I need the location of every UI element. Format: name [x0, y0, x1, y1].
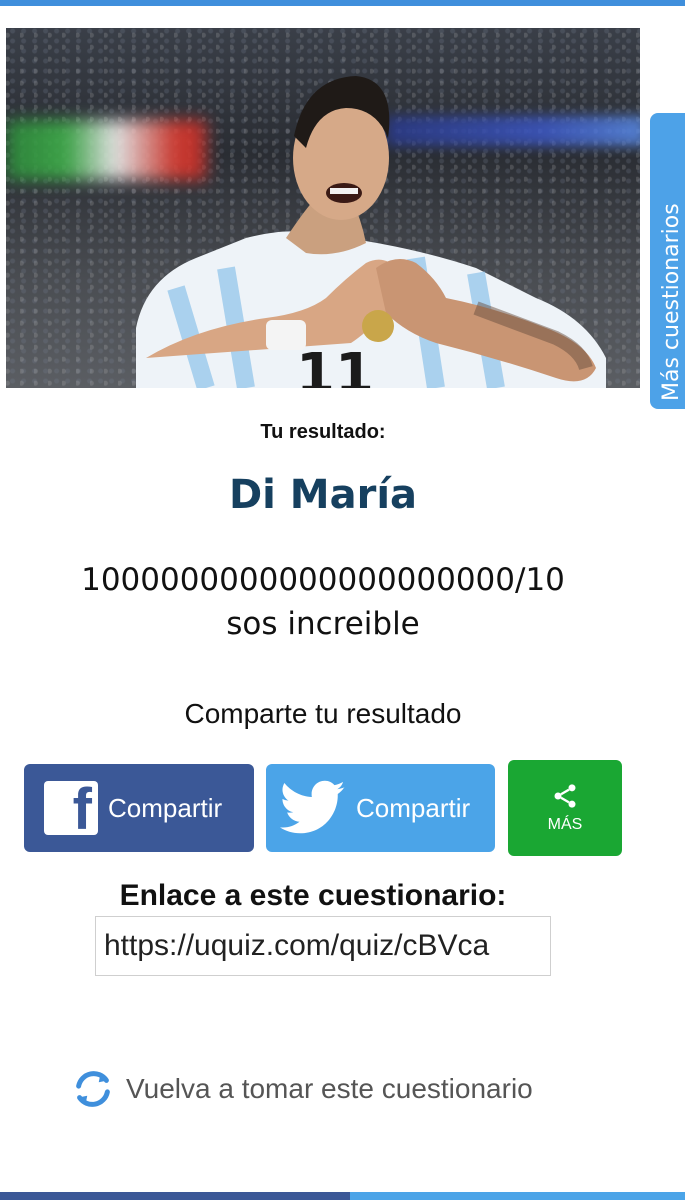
result-description: 1000000000000000000000/10 sos increible	[0, 558, 646, 646]
facebook-icon: f	[44, 781, 98, 835]
facebook-share-label: Compartir	[108, 792, 223, 823]
result-label: Tu resultado:	[260, 421, 386, 443]
top-accent-bar	[0, 0, 685, 6]
result-description-line: sos increible	[226, 606, 420, 642]
more-share-button[interactable]: MÁS	[508, 760, 622, 856]
twitter-icon	[280, 780, 345, 834]
result-title: Di María	[228, 472, 418, 518]
more-share-label: MÁS	[547, 816, 583, 833]
share-title: Comparte tu resultado	[184, 698, 462, 729]
refresh-icon	[76, 1071, 110, 1107]
svg-text:11: 11	[296, 342, 374, 388]
retake-quiz-link[interactable]: Vuelva a tomar este cuestionario	[70, 1066, 533, 1112]
quiz-link-field[interactable]	[95, 916, 551, 976]
result-image: 11	[6, 28, 640, 388]
share-icon	[554, 784, 576, 808]
facebook-share-button[interactable]: f Compartir	[24, 764, 254, 852]
twitter-share-label: Compartir	[356, 792, 471, 823]
bottom-share-bar-facebook	[0, 1192, 350, 1200]
result-description-line: 1000000000000000000000/10	[81, 562, 565, 598]
retake-quiz-label: Vuelva a tomar este cuestionario	[126, 1073, 533, 1104]
more-quizzes-tab[interactable]: Más cuestionarios	[650, 113, 685, 409]
more-quizzes-label: Más cuestionarios	[659, 203, 684, 401]
twitter-share-button[interactable]: Compartir	[266, 764, 495, 852]
quiz-link-title: Enlace a este cuestionario:	[119, 879, 507, 912]
player-figure: 11	[136, 76, 606, 388]
bottom-share-bar	[0, 1192, 685, 1200]
